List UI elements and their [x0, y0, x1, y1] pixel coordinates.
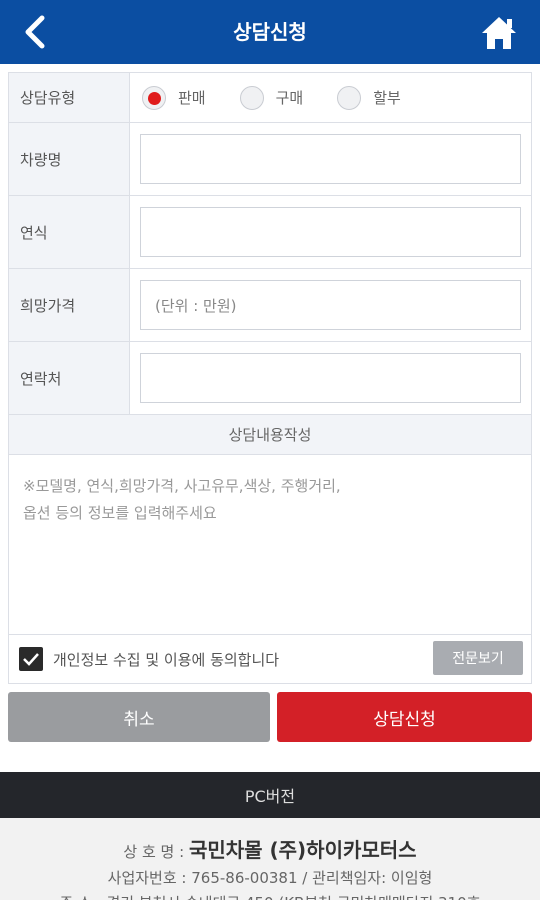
content-textarea[interactable]: ※모델명, 연식,희망가격, 사고유무,색상, 주행거리, 옵션 등의 정보를 … [9, 455, 531, 635]
radio-buy-label: 구매 [275, 89, 304, 107]
home-icon [482, 17, 516, 49]
app-header: 상담신청 [0, 0, 540, 64]
footer: 상 호 명 : 국민차몰 (주)하이카모터스 사업자번호 : 765-86-00… [0, 818, 540, 900]
privacy-agree-row: 개인정보 수집 및 이용에 동의합니다 전문보기 [9, 635, 531, 683]
submit-button[interactable]: 상담신청 [277, 692, 532, 742]
year-row: 연식 [9, 196, 531, 269]
car-name-row: 차량명 [9, 123, 531, 196]
view-full-terms-button[interactable]: 전문보기 [433, 641, 523, 675]
price-input[interactable]: (단위 : 만원) [140, 280, 521, 330]
radio-unchecked-icon [337, 85, 362, 110]
check-icon [23, 653, 39, 666]
car-name-label: 차량명 [9, 123, 130, 195]
radio-sell[interactable]: 판매 [142, 85, 206, 110]
content-placeholder-line-1: ※모델명, 연식,희망가격, 사고유무,색상, 주행거리, [23, 477, 341, 495]
radio-installment[interactable]: 할부 [337, 85, 401, 110]
content-header: 상담내용작성 [9, 415, 531, 455]
radio-checked-icon [142, 85, 166, 110]
radio-sell-label: 판매 [178, 89, 206, 107]
radio-unchecked-icon [239, 85, 264, 110]
car-name-input[interactable] [140, 134, 521, 184]
content-placeholder-line-2: 옵션 등의 정보를 입력해주세요 [23, 504, 217, 522]
year-input[interactable] [140, 207, 521, 257]
footer-company-name: 국민차몰 (주)하이카모터스 [188, 838, 417, 862]
year-label: 연식 [9, 196, 130, 268]
radio-installment-label: 할부 [373, 89, 401, 107]
consult-type-row: 상담유형 판매 구매 할부 [9, 73, 531, 123]
price-row: 희망가격 (단위 : 만원) [9, 269, 531, 342]
privacy-agree-label: 개인정보 수집 및 이용에 동의합니다 [53, 650, 280, 669]
cancel-button[interactable]: 취소 [8, 692, 270, 742]
price-label: 희망가격 [9, 269, 130, 341]
contact-row: 연락처 [9, 342, 531, 415]
radio-buy[interactable]: 구매 [239, 85, 304, 110]
consult-type-label: 상담유형 [9, 73, 130, 122]
page-title: 상담신청 [233, 20, 307, 44]
footer-address-line: 주 소 : 경기 부천시 송내대로 450 (KB부천 국민차매매단지 310호 [0, 892, 540, 900]
consult-form: 상담유형 판매 구매 할부 차량명 연식 희망가격 (단위 : 만원) 연락처 [8, 72, 532, 684]
footer-business-line: 사업자번호 : 765-86-00381 / 관리책임자: 이임형 [107, 869, 433, 887]
home-button[interactable] [480, 14, 518, 52]
pc-version-link[interactable]: PC버전 [0, 772, 540, 818]
contact-input[interactable] [140, 353, 521, 403]
contact-label: 연락처 [9, 342, 130, 414]
footer-company-line: 상 호 명 : 국민차몰 (주)하이카모터스 [0, 834, 540, 863]
privacy-agree-checkbox[interactable] [19, 647, 43, 671]
footer-company-prefix: 상 호 명 : [123, 843, 185, 861]
